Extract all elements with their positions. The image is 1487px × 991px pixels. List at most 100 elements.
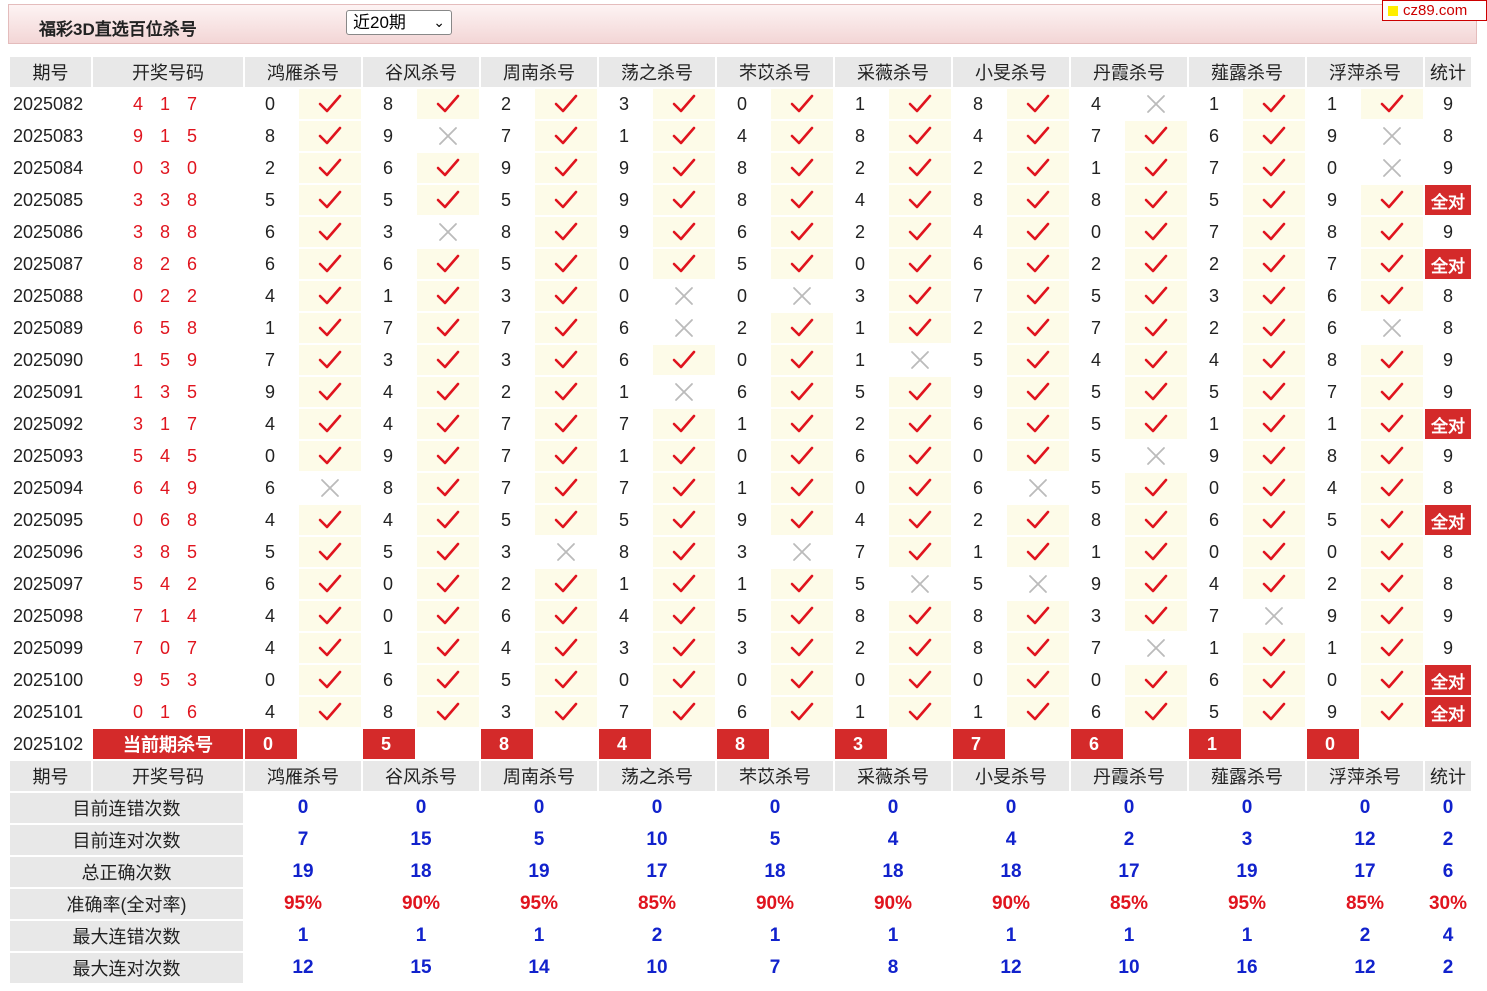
check-icon	[1361, 409, 1423, 439]
check-icon	[299, 633, 361, 663]
check-icon	[417, 601, 479, 631]
summary-stat: 0	[1442, 797, 1454, 818]
check-icon	[299, 697, 361, 727]
table-row: 2025082 4 1 7 0 8 2 3 0 1 8 4 1 1 9	[10, 89, 1471, 119]
check-icon	[889, 217, 951, 247]
kill-number-cell: 8	[265, 125, 276, 146]
check-icon	[771, 569, 833, 599]
check-icon	[1361, 345, 1423, 375]
period-select[interactable]: 近20期 ⌄	[346, 10, 452, 35]
kill-number-cell: 4	[1209, 349, 1220, 370]
table-row: 2025090 1 5 9 7 3 3 6 0 1 5 4 4 8 9	[10, 345, 1471, 375]
summary-value: 0	[1005, 797, 1017, 818]
check-icon	[889, 377, 951, 407]
kill-number-cell: 2	[501, 381, 512, 402]
check-icon	[535, 441, 597, 471]
summary-value: 0	[1359, 797, 1371, 818]
check-icon	[889, 281, 951, 311]
header-row: 期号 开奖号码 鸿雁杀号 谷风杀号 周南杀号 荡之杀号 芣苡杀号 采薇杀号 小旻杀号 丹霞杀号 薤露…	[10, 761, 1471, 791]
kill-number-cell: 7	[1209, 605, 1220, 626]
check-icon	[1007, 249, 1069, 279]
current-kill-number: 1	[1189, 729, 1241, 759]
kill-number-cell: 0	[619, 253, 630, 274]
cross-icon	[653, 313, 715, 343]
kill-number-cell: 4	[1091, 93, 1102, 114]
kill-number-cell: 5	[265, 541, 276, 562]
kill-number-cell: 2	[1209, 253, 1220, 274]
chevron-down-icon: ⌄	[433, 14, 445, 30]
summary-value: 3	[1241, 829, 1253, 850]
summary-value: 95%	[283, 893, 323, 914]
issue-cell: 2025090	[13, 349, 84, 370]
col-header-expert: 浮萍杀号	[1307, 761, 1423, 791]
summary-value: 1	[1123, 925, 1135, 946]
kill-number-cell: 1	[737, 413, 748, 434]
kill-number-cell: 7	[383, 317, 394, 338]
summary-value: 10	[646, 829, 668, 850]
kill-number-cell: 0	[737, 349, 748, 370]
kill-number-cell: 2	[265, 157, 276, 178]
kill-number-cell: 5	[1327, 509, 1338, 530]
kill-number-cell: 1	[973, 701, 984, 722]
summary-value: 2	[651, 925, 663, 946]
empty-cell	[417, 729, 479, 759]
kill-number-cell: 1	[1209, 93, 1220, 114]
kill-number-cell: 1	[1091, 541, 1102, 562]
table-row: 2025095 0 6 8 4 4 5 5 9 4 2 8 6 5 全对	[10, 505, 1471, 535]
check-icon	[1125, 473, 1187, 503]
check-icon	[417, 185, 479, 215]
summary-value: 0	[769, 797, 781, 818]
cross-icon	[653, 377, 715, 407]
current-issue-cell: 2025102	[13, 733, 84, 754]
check-icon	[1243, 89, 1305, 119]
check-icon	[653, 633, 715, 663]
logo-text: cz89.com	[1403, 2, 1468, 19]
kill-number-cell: 1	[1327, 93, 1338, 114]
summary-value: 2	[1359, 925, 1371, 946]
check-icon	[299, 249, 361, 279]
kill-number-cell: 6	[973, 413, 984, 434]
draw-number-cell: 0 6 8	[132, 509, 204, 530]
kill-number-cell: 3	[1091, 605, 1102, 626]
kill-number-cell: 9	[619, 189, 630, 210]
summary-value: 12	[292, 957, 314, 978]
kill-number-cell: 9	[501, 157, 512, 178]
kill-number-cell: 4	[973, 221, 984, 242]
check-icon	[1007, 633, 1069, 663]
check-icon	[1125, 153, 1187, 183]
kill-number-cell: 0	[737, 669, 748, 690]
check-icon	[299, 345, 361, 375]
current-kill-number: 7	[953, 729, 1005, 759]
stat-cell: 8	[1442, 477, 1453, 498]
kill-number-cell: 9	[1327, 125, 1338, 146]
check-icon	[1125, 697, 1187, 727]
table-row: 2025092 3 1 7 4 4 7 7 1 2 6 5 1 1 全对	[10, 409, 1471, 439]
check-icon	[417, 569, 479, 599]
kill-number-cell: 0	[1327, 541, 1338, 562]
check-icon	[889, 601, 951, 631]
kill-number-cell: 2	[1209, 317, 1220, 338]
kill-number-cell: 2	[737, 317, 748, 338]
site-logo[interactable]: cz89.com	[1382, 0, 1487, 21]
check-icon	[889, 697, 951, 727]
summary-value: 5	[769, 829, 781, 850]
table-row: 2025091 1 3 5 9 4 2 1 6 5 9 5 5 7 9	[10, 377, 1471, 407]
kill-number-cell: 1	[619, 573, 630, 594]
col-header-expert: 薤露杀号	[1189, 57, 1305, 87]
cross-icon	[417, 217, 479, 247]
summary-value: 12	[1354, 829, 1376, 850]
col-header-expert: 小旻杀号	[953, 57, 1069, 87]
col-header-expert: 鸿雁杀号	[245, 57, 361, 87]
kill-number-cell: 3	[383, 349, 394, 370]
issue-cell: 2025084	[13, 157, 84, 178]
kill-number-cell: 5	[619, 509, 630, 530]
check-icon	[535, 473, 597, 503]
issue-cell: 2025099	[13, 637, 84, 658]
col-header-stats: 统计	[1425, 57, 1471, 87]
kill-number-cell: 9	[1327, 189, 1338, 210]
kill-number-cell: 2	[855, 637, 866, 658]
check-icon	[771, 601, 833, 631]
all-correct-badge: 全对	[1425, 409, 1471, 439]
check-icon	[1007, 281, 1069, 311]
kill-number-cell: 5	[383, 541, 394, 562]
